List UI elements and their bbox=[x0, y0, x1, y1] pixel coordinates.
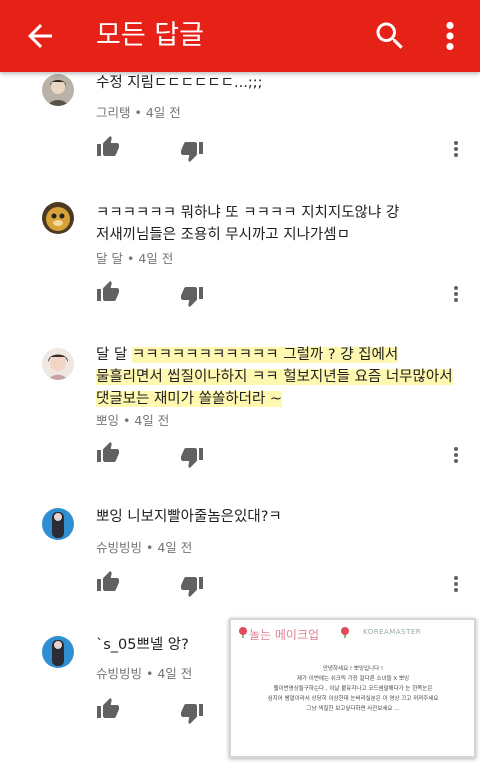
more-vert-icon[interactable] bbox=[436, 18, 464, 54]
comment-line: 댓글보는 재미가 쏠쏠하더라 ~ bbox=[96, 388, 466, 410]
comment-line: 달 달 ㅋㅋㅋㅋㅋㅋㅋㅋㅋㅋㅋ 그럴까 ? 걍 집에서 bbox=[96, 344, 466, 366]
author-name[interactable]: 달 달 bbox=[96, 251, 123, 266]
comment-meta: 슈빙빙빙 • 4일 전 bbox=[96, 540, 193, 555]
author-name[interactable]: 슈빙빙빙 bbox=[96, 540, 142, 555]
comment-meta: 그리탱 • 4일 전 bbox=[96, 105, 181, 120]
thumbnail-text-line: 안녕하세요 ! 뽀잉입니다 ! bbox=[322, 666, 384, 672]
thumb-down-icon[interactable] bbox=[180, 574, 204, 598]
comment-line: 물흘리면서 씹질이나하지 ㅋㅋ 헐보지년들 요즘 너무많아서 bbox=[96, 366, 466, 388]
app-bar: 모든 답글 bbox=[0, 0, 480, 72]
thumb-up-icon[interactable] bbox=[96, 441, 120, 465]
thumb-down-icon[interactable] bbox=[180, 284, 204, 308]
search-icon[interactable] bbox=[372, 18, 408, 54]
more-vert-icon[interactable] bbox=[446, 443, 466, 467]
mention-link[interactable]: 달 달 bbox=[96, 347, 127, 363]
avatar[interactable] bbox=[42, 74, 74, 106]
page-title: 모든 답글 bbox=[96, 20, 204, 51]
more-vert-icon[interactable] bbox=[446, 137, 466, 161]
timestamp: 4일 전 bbox=[157, 540, 193, 555]
comment-text: ㅋㅋㅋㅋㅋㅋ 뭐하냐 또 ㅋㅋㅋㅋ 지치지도않냐 걍 저새끼님들은 조용히 무시… bbox=[96, 202, 466, 246]
rose-icon bbox=[237, 626, 249, 638]
arrow-back-icon[interactable] bbox=[22, 18, 58, 54]
thumbnail-text-line: 그냥 색칠한 보고싶다하면 사진보세요 ... bbox=[306, 706, 400, 712]
comment-item: 수정 지림ㄷㄷㄷㄷㄷㄷ...;;; 그리탱 • 4일 전 bbox=[0, 66, 480, 211]
timestamp: 4일 전 bbox=[134, 413, 170, 428]
thumb-down-icon[interactable] bbox=[180, 701, 204, 725]
avatar[interactable] bbox=[42, 348, 74, 380]
comment-meta: 달 달 • 4일 전 bbox=[96, 251, 174, 266]
comment-line: ㅋㅋㅋㅋㅋㅋ 뭐하냐 또 ㅋㅋㅋㅋ 지치지도않냐 걍 bbox=[96, 205, 400, 221]
comment-line: 저새끼님들은 조용히 무시까고 지나가셈ㅁ bbox=[96, 227, 350, 243]
thumbnail-text-line: 심지어 쌩얼이라서 상당히 이상한데 눈버리실분은 이 영상 끄고 꺼져주세요 bbox=[267, 696, 439, 702]
comment-line-text: 댓글보는 재미가 쏠쏠하더라 ~ bbox=[96, 391, 283, 407]
comment-text: 달 달 ㅋㅋㅋㅋㅋㅋㅋㅋㅋㅋㅋ 그럴까 ? 걍 집에서 물흘리면서 씹질이나하지… bbox=[96, 344, 466, 410]
comment-line-text: ㅋㅋㅋㅋㅋㅋㅋㅋㅋㅋㅋ 그럴까 ? 걍 집에서 bbox=[131, 347, 399, 363]
author-name[interactable]: 그리탱 bbox=[96, 105, 131, 120]
more-vert-icon[interactable] bbox=[446, 282, 466, 306]
thumb-down-icon[interactable] bbox=[180, 445, 204, 469]
timestamp: 4일 전 bbox=[145, 105, 181, 120]
timestamp: 4일 전 bbox=[157, 666, 193, 681]
comment-text: 수정 지림ㄷㄷㄷㄷㄷㄷ...;;; bbox=[96, 75, 263, 91]
thumbnail-text-line: 웹이번영상들구하는다 , 이날 붙유지나고 코드샘덜해다가 눈 한쪽눈은 bbox=[273, 686, 433, 692]
author-name[interactable]: 뽀잉 bbox=[96, 413, 119, 428]
thumb-up-icon[interactable] bbox=[96, 697, 120, 721]
avatar[interactable] bbox=[42, 508, 74, 540]
comment-meta: 슈빙빙빙 • 4일 전 bbox=[96, 666, 193, 681]
comment-meta: 뽀잉 • 4일 전 bbox=[96, 413, 170, 428]
comment-item: 달 달 ㅋㅋㅋㅋㅋㅋㅋㅋㅋㅋㅋ 그럴까 ? 걍 집에서 물흘리면서 씹질이나하지… bbox=[0, 342, 480, 487]
avatar[interactable] bbox=[42, 202, 74, 234]
timestamp: 4일 전 bbox=[138, 251, 174, 266]
more-vert-icon[interactable] bbox=[446, 572, 466, 596]
video-thumbnail[interactable]: 놀는 메이크업 KOREAMASTER 안녕하세요 ! 뽀잉입니다 ! 제가 이… bbox=[229, 618, 476, 758]
thumb-up-icon[interactable] bbox=[96, 570, 120, 594]
comment-line-text: 물흘리면서 씹질이나하지 ㅋㅋ 헐보지년들 요즘 너무많아서 bbox=[96, 369, 453, 385]
avatar[interactable] bbox=[42, 636, 74, 668]
thumbnail-watermark: KOREAMASTER bbox=[363, 628, 422, 636]
comment-item: ㅋㅋㅋㅋㅋㅋ 뭐하냐 또 ㅋㅋㅋㅋ 지치지도않냐 걍 저새끼님들은 조용히 무시… bbox=[0, 196, 480, 341]
rose-icon bbox=[339, 626, 351, 638]
thumb-down-icon[interactable] bbox=[180, 139, 204, 163]
thumb-up-icon[interactable] bbox=[96, 280, 120, 304]
author-name[interactable]: 슈빙빙빙 bbox=[96, 666, 142, 681]
thumb-up-icon[interactable] bbox=[96, 135, 120, 159]
comment-text: 뽀잉 니보지빨아줄놈은있대?ㅋ bbox=[96, 509, 282, 525]
thumbnail-text-line: 제가 이번에는 쉬크릭 가장 잘다른 소녀들 X 뽀잉 bbox=[296, 676, 410, 682]
thumbnail-title: 놀는 메이크업 bbox=[249, 628, 320, 642]
